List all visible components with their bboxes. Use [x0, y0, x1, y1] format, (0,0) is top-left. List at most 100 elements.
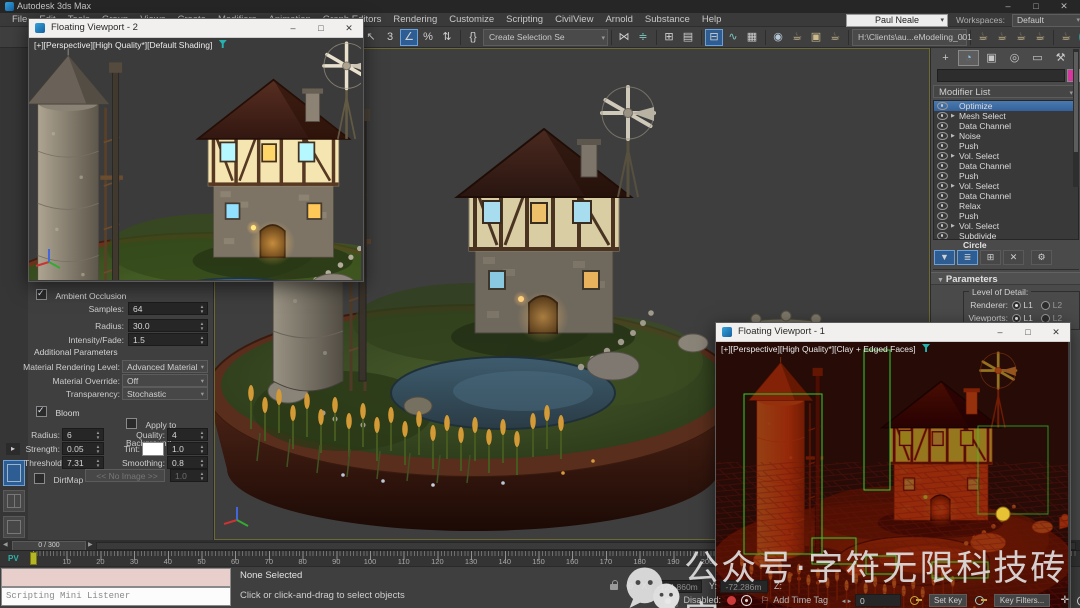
workspace-dropdown[interactable]: Default ▾ — [1012, 14, 1080, 27]
menu-item[interactable]: CivilView — [549, 13, 599, 26]
maximize-button[interactable]: □ — [307, 19, 335, 37]
layout-tab-single[interactable] — [3, 460, 25, 486]
stack-scrollbar-thumb[interactable] — [1074, 52, 1078, 152]
menu-item[interactable]: Scripting — [500, 13, 549, 26]
floating-viewport-2-titlebar[interactable]: Floating Viewport - 2 – □ ✕ — [29, 19, 363, 38]
percent-snap-button[interactable]: % — [419, 29, 437, 46]
threshold-field[interactable]: 7.31 ▲▼ — [62, 456, 104, 469]
expand-arrow-icon[interactable]: ▶ — [951, 113, 959, 119]
stack-scrollbar[interactable] — [1073, 49, 1079, 187]
ambient-occlusion-checkbox[interactable] — [36, 289, 47, 300]
spinner-icon[interactable]: ▲▼ — [94, 458, 102, 467]
visibility-eye-icon[interactable] — [937, 162, 948, 170]
spinner-icon[interactable]: ▲▼ — [198, 471, 206, 480]
spinner-icon[interactable]: ▲▼ — [94, 430, 102, 439]
scene-explorer-button[interactable]: ▤ — [679, 29, 697, 46]
project-folder-dropdown[interactable]: H:\Clients\au...eModeling_001 ▾ — [852, 29, 967, 46]
expand-arrow-icon[interactable]: ▶ — [951, 133, 959, 139]
pin-stack-button[interactable]: ▼ — [934, 250, 955, 265]
floating-viewport-2-canvas[interactable]: [+][Perspective][High Quality*][Default … — [29, 38, 361, 280]
state-sets-button[interactable]: ☕ — [1012, 29, 1030, 46]
modifier-stack-row[interactable]: ▶Mesh Select — [934, 111, 1078, 121]
modifier-stack-row[interactable]: ▶Vol. Select — [934, 221, 1078, 231]
modifier-stack-row[interactable]: Subdivide — [934, 231, 1078, 240]
viewport-label-text[interactable]: [+][Perspective][High Quality*][Clay + E… — [721, 344, 916, 354]
spinner-icon[interactable]: ▲▼ — [198, 335, 206, 344]
material-editor-button[interactable]: ◉ — [769, 29, 787, 46]
maximize-button[interactable]: □ — [1014, 323, 1042, 341]
radius-field[interactable]: 30.0 ▲▼ — [128, 319, 208, 332]
macro-recorder-pane[interactable] — [1, 568, 231, 587]
maximize-button[interactable]: □ — [1024, 0, 1048, 13]
schematic-view-button[interactable]: ▦ — [743, 29, 761, 46]
samples-field[interactable]: 64 ▲▼ — [128, 302, 208, 315]
named-selection-sets-button[interactable]: {} — [464, 29, 482, 46]
filter-funnel-icon[interactable] — [219, 40, 227, 48]
viewport-label[interactable]: [+][Perspective][High Quality*][Default … — [34, 40, 227, 50]
tab-display[interactable]: ▭ — [1027, 50, 1048, 66]
render-setup-button[interactable]: ☕ — [788, 29, 806, 46]
frame-forward-button[interactable]: ▶ — [88, 541, 93, 550]
bloom-checkbox[interactable] — [36, 406, 47, 417]
signin-user-button[interactable]: Paul Neale ▾ — [846, 14, 948, 27]
visibility-eye-icon[interactable] — [937, 122, 948, 130]
snaps-toggle-button[interactable]: 3 — [381, 29, 399, 46]
strength-field[interactable]: 0.05 ▲▼ — [62, 442, 104, 455]
intensity-field[interactable]: 1.5 ▲▼ — [128, 333, 208, 346]
mini-curve-editor-button[interactable]: PV — [8, 554, 19, 563]
show-end-result-button[interactable]: ≣ — [957, 250, 978, 265]
dirtmap-image-button[interactable]: << No Image >> — [85, 469, 165, 482]
spinner-icon[interactable]: ▲▼ — [198, 444, 206, 453]
dirtmap-amount-field[interactable]: 1.0 ▲▼ — [170, 469, 208, 482]
expand-arrow-icon[interactable]: ▶ — [951, 153, 959, 159]
modifier-stack-row[interactable]: Data Channel — [934, 161, 1078, 171]
tab-create[interactable]: + — [935, 50, 956, 66]
tab-hierarchy[interactable]: ▣ — [981, 50, 1002, 66]
spinner-icon[interactable]: ▲▼ — [198, 321, 206, 330]
minimize-button[interactable]: – — [279, 19, 307, 37]
visibility-eye-icon[interactable] — [937, 112, 948, 120]
modifier-stack-row[interactable]: Data Channel — [934, 121, 1078, 131]
filter-funnel-icon[interactable] — [922, 344, 930, 352]
visibility-eye-icon[interactable] — [937, 222, 948, 230]
tab-modify[interactable]: ◔ — [958, 50, 979, 66]
modifier-stack-row[interactable]: ▶Vol. Select — [934, 181, 1078, 191]
close-button[interactable]: ✕ — [1042, 323, 1070, 341]
menu-item[interactable]: Customize — [443, 13, 500, 26]
modifier-stack-row[interactable]: Push — [934, 171, 1078, 181]
object-name-field[interactable] — [937, 69, 1065, 82]
render-preset-button[interactable]: ☕ — [993, 29, 1011, 46]
material-rendering-level-dropdown[interactable]: Advanced Material ▾ — [122, 360, 208, 373]
dirtmap-checkbox[interactable] — [34, 473, 45, 484]
floating-viewport-2[interactable]: Floating Viewport - 2 – □ ✕ [+][Perspect… — [28, 18, 364, 282]
visibility-eye-icon[interactable] — [937, 132, 948, 140]
rendered-frame-window-button[interactable]: ▣ — [807, 29, 825, 46]
modifier-stack-row[interactable]: Push — [934, 141, 1078, 151]
transparency-dropdown[interactable]: Stochastic ▾ — [122, 387, 208, 400]
visibility-eye-icon[interactable] — [937, 202, 948, 210]
angle-snap-button[interactable]: ∠ — [400, 29, 418, 46]
spinner-icon[interactable]: ▲▼ — [198, 430, 206, 439]
curve-editor-button[interactable]: ∿ — [724, 29, 742, 46]
expand-arrow-icon[interactable]: ▶ — [951, 223, 959, 229]
modifier-list-dropdown[interactable]: Modifier List ▾ — [933, 85, 1077, 98]
tab-motion[interactable]: ◎ — [1004, 50, 1025, 66]
modifier-stack-row[interactable]: Optimize — [934, 101, 1078, 111]
visibility-eye-icon[interactable] — [937, 152, 948, 160]
visibility-eye-icon[interactable] — [937, 212, 948, 220]
modifier-stack-row[interactable]: Relax — [934, 201, 1078, 211]
bloom-radius-field[interactable]: 6 ▲▼ — [62, 428, 104, 441]
radio-renderer-l2[interactable] — [1041, 301, 1050, 310]
minimize-button[interactable]: – — [986, 323, 1014, 341]
radio-renderer-l1[interactable] — [1012, 301, 1021, 310]
visibility-eye-icon[interactable] — [937, 102, 948, 110]
timeline-playhead[interactable] — [30, 552, 37, 565]
close-button[interactable]: ✕ — [335, 19, 363, 37]
menu-item[interactable]: Substance — [639, 13, 696, 26]
visibility-eye-icon[interactable] — [937, 172, 948, 180]
menu-item[interactable]: Help — [696, 13, 728, 26]
tab-utilities[interactable]: ⚒ — [1050, 50, 1071, 66]
tint-field[interactable]: 1.0 ▲▼ — [167, 442, 208, 455]
configure-modifier-sets-button[interactable]: ⚙ — [1031, 250, 1052, 265]
scripting-listener-pane[interactable]: Scripting Mini Listener — [1, 587, 231, 606]
